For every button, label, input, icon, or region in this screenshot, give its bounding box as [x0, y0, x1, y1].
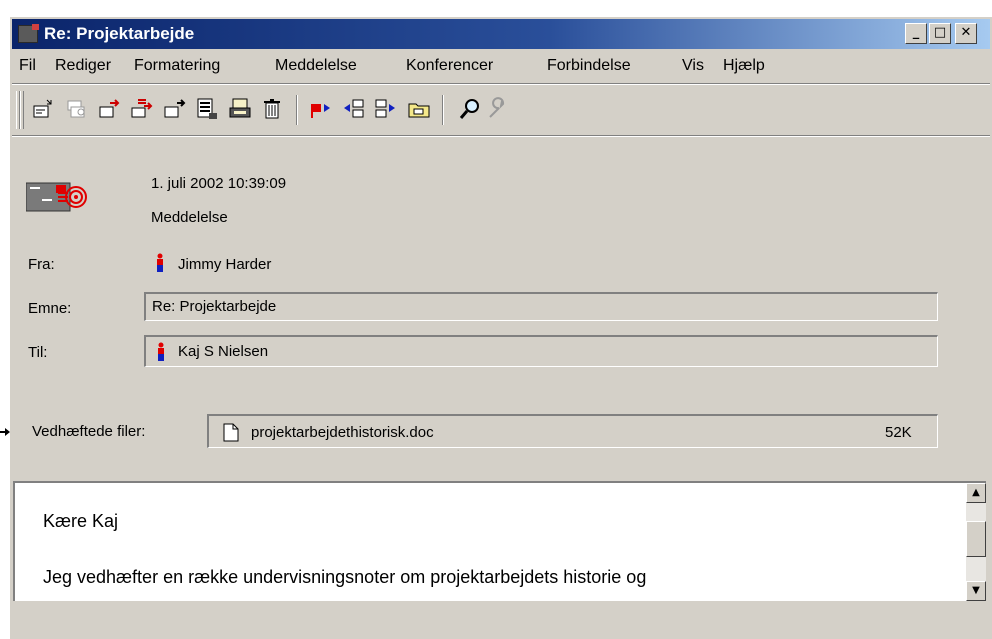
- menu-konferencer[interactable]: Konferencer: [406, 57, 493, 75]
- toolbar-separator-2: [442, 95, 444, 125]
- menu-separator: [12, 83, 990, 85]
- menu-rediger[interactable]: Rediger: [55, 57, 111, 75]
- menu-vis[interactable]: Vis: [682, 57, 704, 75]
- from-label: Fra:: [28, 256, 55, 273]
- search-icon[interactable]: [458, 97, 482, 121]
- previous-message-icon[interactable]: [342, 97, 366, 121]
- document-icon: [223, 423, 239, 442]
- attachments-field[interactable]: projektarbejdethistorisk.doc 52K: [207, 414, 938, 448]
- menu-forbindelse[interactable]: Forbindelse: [547, 57, 631, 75]
- body-line-2: Jeg vedhæfter en række undervisningsnote…: [43, 567, 647, 587]
- to-value[interactable]: Kaj S Nielsen: [178, 343, 268, 360]
- person-icon-to: [156, 342, 166, 362]
- attachment-size: 52K: [885, 424, 912, 441]
- message-window: Re: Projektarbejde _ □ ✕ Fil Rediger For…: [9, 16, 992, 639]
- print-preview-icon[interactable]: [195, 97, 219, 121]
- body-line-1: Kære Kaj: [43, 511, 119, 531]
- menu-fil[interactable]: Fil: [19, 57, 36, 75]
- menu-hjaelp[interactable]: Hjælp: [723, 57, 765, 75]
- toolbar-separator: [296, 95, 298, 125]
- attachments-label: Vedhæftede filer:: [32, 423, 146, 440]
- mail-window-icon: [18, 24, 39, 43]
- forward-icon[interactable]: [98, 97, 122, 121]
- reply-icon[interactable]: [32, 97, 56, 121]
- toolbar-grip-2[interactable]: [20, 91, 24, 129]
- subject-label: Emne:: [28, 300, 72, 317]
- forward-all-icon[interactable]: [130, 97, 154, 121]
- attachment-filename[interactable]: projektarbejdethistorisk.doc: [251, 424, 434, 441]
- message-date: 1. juli 2002 10:39:09: [151, 175, 287, 192]
- person-icon: [155, 253, 165, 273]
- toolbar: [12, 87, 990, 133]
- print-icon[interactable]: [228, 97, 252, 121]
- delete-icon[interactable]: [260, 97, 284, 121]
- new-message-icon[interactable]: [163, 97, 187, 121]
- message-type: Meddelelse: [151, 209, 228, 226]
- message-body[interactable]: Kære Kaj Jeg vedhæfter en række undervis…: [13, 481, 986, 601]
- folder-icon[interactable]: [407, 97, 431, 121]
- scroll-thumb[interactable]: [966, 521, 986, 557]
- menu-bar: Fil Rediger Formatering Meddelelse Konfe…: [12, 53, 990, 79]
- scroll-down-button[interactable]: ▼: [966, 581, 986, 601]
- settings-icon[interactable]: [486, 97, 510, 121]
- to-field[interactable]: Kaj S Nielsen: [144, 335, 938, 367]
- close-button[interactable]: ✕: [955, 23, 977, 44]
- window-title: Re: Projektarbejde: [44, 24, 195, 43]
- to-label: Til:: [28, 344, 48, 361]
- menu-formatering[interactable]: Formatering: [134, 57, 220, 75]
- vertical-scrollbar[interactable]: ▲ ▼: [966, 483, 986, 601]
- menu-meddelelse[interactable]: Meddelelse: [275, 57, 357, 75]
- next-message-icon[interactable]: [374, 97, 398, 121]
- reply-all-icon[interactable]: [65, 97, 89, 121]
- envelope-icon: [25, 177, 88, 215]
- subject-field[interactable]: Re: Projektarbejde: [144, 292, 938, 321]
- from-value[interactable]: Jimmy Harder: [178, 256, 271, 273]
- maximize-button[interactable]: □: [929, 23, 951, 44]
- minimize-button[interactable]: _: [905, 23, 927, 44]
- arrow-pointer-icon: [0, 425, 10, 437]
- toolbar-separator-line: [12, 135, 990, 137]
- title-bar[interactable]: Re: Projektarbejde _ □ ✕: [12, 19, 990, 49]
- subject-value: Re: Projektarbejde: [152, 298, 277, 315]
- flag-icon[interactable]: [309, 97, 333, 121]
- scroll-up-button[interactable]: ▲: [966, 483, 986, 503]
